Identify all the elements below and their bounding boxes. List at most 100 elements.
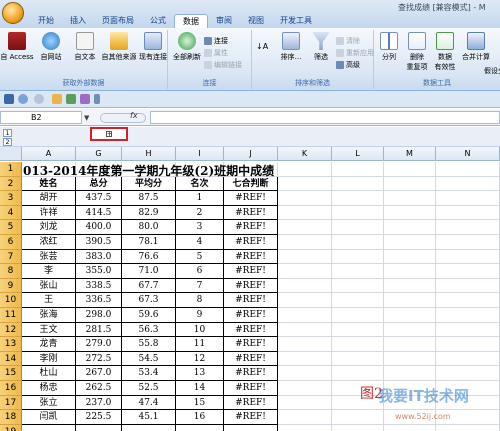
grid-cell[interactable] [278,337,332,352]
table-cell[interactable]: 267.0 [76,366,122,381]
grid-cell[interactable] [384,337,436,352]
grid-cell[interactable] [332,424,384,431]
table-cell[interactable]: 237.0 [76,395,122,411]
outline-level-1[interactable]: 1 [3,129,12,137]
grid-cell[interactable] [436,191,500,206]
table-cell[interactable]: 281.5 [76,322,122,338]
table-cell[interactable]: 王 [22,293,76,308]
grid-cell[interactable] [176,424,224,431]
filter-button[interactable]: 筛选 [304,32,338,62]
tab-insert[interactable]: 插入 [62,14,94,28]
grid-cell[interactable] [384,351,436,367]
table-cell[interactable]: 胡开 [22,191,76,206]
grid-cell[interactable] [384,322,436,338]
grid-cell[interactable] [436,322,500,338]
title-row-cell[interactable] [436,162,500,177]
row-header[interactable]: 5 [0,220,22,235]
table-cell[interactable]: 9 [176,308,224,323]
column-header[interactable]: H [122,147,176,161]
chart-icon[interactable] [80,94,90,104]
table-cell[interactable]: 张山 [22,278,76,294]
grid-cell[interactable] [384,220,436,235]
outline-level-2[interactable]: 2 [3,138,12,146]
grid-cell[interactable] [436,205,500,221]
tab-data[interactable]: 数据 [174,14,208,28]
table-cell[interactable]: 55.8 [122,337,176,352]
grid-cell[interactable] [332,351,384,367]
from-access-button[interactable]: 自 Access [0,32,34,62]
row-header[interactable]: 8 [0,264,22,279]
sort-button[interactable]: 排序... [274,32,308,62]
row-header[interactable]: 15 [0,366,22,381]
table-cell[interactable]: 杨忠 [22,381,76,396]
grid-cell[interactable] [332,410,384,425]
grid-cell[interactable] [384,424,436,431]
tab-view[interactable]: 视图 [240,14,272,28]
insert-function-icon[interactable]: fx [130,111,138,120]
grid-cell[interactable] [278,220,332,235]
table-cell[interactable]: 15 [176,395,224,411]
table-cell[interactable]: 李刚 [22,351,76,367]
table-cell[interactable]: #REF! [224,410,278,425]
table-cell[interactable]: 浓红 [22,235,76,250]
edit-links-button[interactable]: 编辑链接 [204,60,242,70]
column-header[interactable]: L [332,147,384,161]
table-cell[interactable]: 414.5 [76,205,122,221]
print-preview-icon[interactable] [66,94,76,104]
data-validation-button[interactable]: 数据 有效性 [430,32,460,72]
row-header[interactable]: 13 [0,337,22,352]
grid-cell[interactable] [278,293,332,308]
table-cell[interactable]: 5 [176,249,224,265]
table-cell[interactable]: #REF! [224,249,278,265]
table-cell[interactable]: 262.5 [76,381,122,396]
tab-home[interactable]: 开始 [30,14,62,28]
grid-cell[interactable] [332,220,384,235]
from-web-button[interactable]: 自网站 [34,32,68,62]
table-cell[interactable]: #REF! [224,220,278,235]
row-header[interactable]: 2 [0,176,22,192]
table-cell[interactable]: #REF! [224,264,278,279]
tab-formulas[interactable]: 公式 [142,14,174,28]
row-header[interactable]: 7 [0,249,22,265]
column-header[interactable]: J [224,147,278,161]
grid-cell[interactable] [436,337,500,352]
table-cell[interactable]: 67.7 [122,278,176,294]
what-if-analysis-button[interactable]: 假设分析 [484,66,500,76]
table-cell[interactable]: 闫凯 [22,410,76,425]
table-cell[interactable]: 12 [176,351,224,367]
grid-cell[interactable] [436,220,500,235]
table-cell[interactable]: 390.5 [76,235,122,250]
table-cell[interactable]: 400.0 [76,220,122,235]
table-cell[interactable]: #REF! [224,395,278,411]
table-cell[interactable]: 59.6 [122,308,176,323]
undo-icon[interactable] [18,94,28,104]
refresh-all-button[interactable]: 全部刷新 [170,32,204,62]
table-cell[interactable]: 7 [176,278,224,294]
grid-cell[interactable] [332,191,384,206]
column-header[interactable]: K [278,147,332,161]
row-header[interactable]: 16 [0,381,22,396]
row-header[interactable]: 17 [0,395,22,411]
grid-cell[interactable] [332,235,384,250]
grid-cell[interactable] [278,235,332,250]
grid-cell[interactable] [384,191,436,206]
table-cell[interactable]: 437.5 [76,191,122,206]
grid-cell[interactable] [332,249,384,265]
grid-cell[interactable] [384,235,436,250]
expand-group-button[interactable]: + [90,127,128,141]
connections-button[interactable]: 连接 [204,36,228,46]
table-cell[interactable]: 10 [176,322,224,338]
title-row-cell[interactable] [384,162,436,177]
table-cell[interactable]: 张立 [22,395,76,411]
table-cell[interactable]: 71.0 [122,264,176,279]
table-cell[interactable]: 78.1 [122,235,176,250]
table-cell[interactable]: 298.0 [76,308,122,323]
table-cell[interactable]: 272.5 [76,351,122,367]
row-header[interactable]: 10 [0,293,22,308]
column-header[interactable]: G [76,147,122,161]
table-cell[interactable]: 4 [176,235,224,250]
column-header[interactable]: M [384,147,436,161]
table-cell[interactable]: #REF! [224,191,278,206]
grid-cell[interactable] [278,424,332,431]
column-header[interactable]: I [176,147,224,161]
